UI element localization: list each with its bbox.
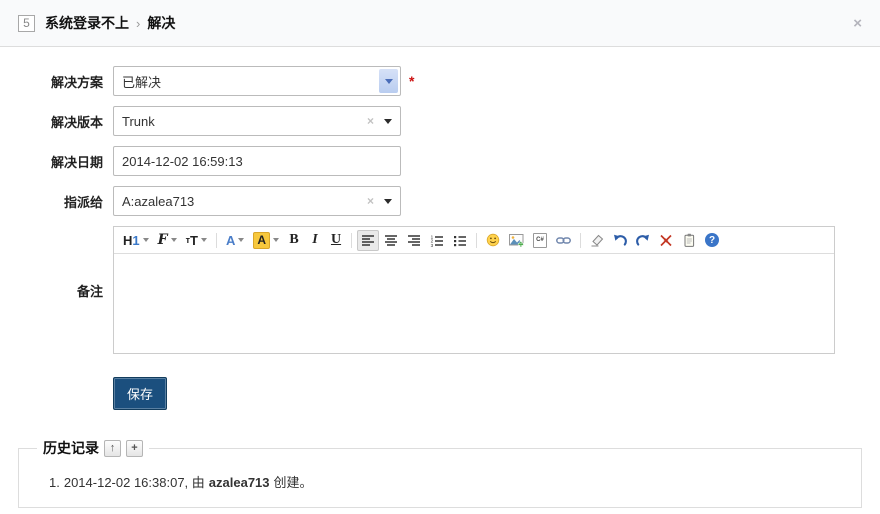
- resolved-date-row: 解决日期: [18, 146, 880, 176]
- help-button[interactable]: ?: [701, 230, 723, 251]
- ordered-list-button[interactable]: 123: [426, 230, 448, 251]
- toolbar-separator: [351, 232, 353, 248]
- align-left-icon: [362, 234, 375, 246]
- chevron-down-icon: [142, 238, 149, 242]
- history-entry-index: 1.: [49, 475, 60, 490]
- ordered-list-icon: 123: [431, 234, 444, 247]
- toolbar-separator: [476, 232, 478, 248]
- italic-button[interactable]: I: [305, 230, 325, 251]
- fullscreen-button[interactable]: [655, 230, 677, 251]
- redo-button[interactable]: [632, 230, 654, 251]
- chevron-down-icon: [238, 238, 245, 242]
- bold-button[interactable]: B: [284, 230, 304, 251]
- assigned-to-label: 指派给: [63, 194, 103, 210]
- save-button[interactable]: 保存: [113, 377, 168, 410]
- breadcrumb-separator: ›: [136, 15, 141, 31]
- align-center-icon: [385, 234, 398, 246]
- undo-button[interactable]: [609, 230, 631, 251]
- help-icon: ?: [705, 233, 720, 247]
- select-dropdown-icon[interactable]: [379, 69, 398, 93]
- chevron-down-icon: [170, 238, 177, 242]
- insert-code-button[interactable]: C#: [529, 230, 551, 251]
- comment-editor-body[interactable]: [114, 254, 834, 353]
- chevron-down-icon[interactable]: [384, 118, 392, 124]
- redo-arrow-icon: [636, 234, 650, 246]
- emoticon-button[interactable]: [482, 230, 504, 251]
- clear-icon[interactable]: ×: [367, 195, 374, 207]
- heading-button[interactable]: H1: [119, 230, 153, 251]
- smiley-icon: [486, 233, 500, 247]
- toolbar-separator: [580, 232, 582, 248]
- undo-arrow-icon: [614, 234, 627, 246]
- resolved-date-input[interactable]: [113, 146, 401, 176]
- resolution-row: 解决方案 已解决 *: [18, 66, 880, 96]
- comment-label: 备注: [76, 283, 103, 299]
- collapse-history-button[interactable]: ↑: [104, 439, 121, 457]
- clipboard-icon: [684, 233, 695, 247]
- fullscreen-arrows-icon: [660, 234, 672, 246]
- history-legend: 历史记录 ↑ +: [37, 438, 149, 458]
- chevron-down-icon: [200, 238, 207, 242]
- chevron-down-icon[interactable]: [384, 198, 392, 204]
- chevron-down-icon: [273, 238, 280, 242]
- resolution-value: 已解决: [122, 74, 162, 90]
- page-action-title: 解决: [147, 15, 176, 31]
- dialog-titlebar: 5 系统登录不上 › 解决 ×: [0, 0, 880, 47]
- required-mark: *: [409, 73, 415, 89]
- assigned-to-row: 指派给 A:azalea713 ×: [18, 186, 880, 216]
- unordered-list-icon: [454, 235, 467, 246]
- align-left-button[interactable]: [357, 229, 380, 251]
- assigned-to-value: A:azalea713: [122, 193, 195, 209]
- code-document-icon: C#: [533, 232, 548, 248]
- link-chain-icon: [556, 236, 571, 244]
- history-entry-suffix: 创建。: [273, 475, 313, 490]
- resolution-select[interactable]: 已解决: [113, 66, 401, 96]
- text-color-button[interactable]: A: [222, 230, 248, 251]
- resolved-build-combo[interactable]: Trunk ×: [113, 106, 401, 136]
- history-entry-time: 2014-12-02 16:38:07, 由: [63, 475, 205, 490]
- insert-link-button[interactable]: [552, 230, 575, 251]
- rich-text-editor: H1 F тT A A B I U 1 2 3 C# ?: [113, 226, 835, 354]
- clear-icon[interactable]: ×: [367, 115, 374, 127]
- align-right-button[interactable]: [403, 230, 425, 251]
- bug-title: 系统登录不上: [45, 15, 129, 31]
- comment-row: 备注 H1 F тT A A B I U 1 2 3 C# ?: [18, 226, 880, 354]
- paste-button[interactable]: [678, 230, 700, 251]
- assigned-to-combo[interactable]: A:azalea713 ×: [113, 186, 401, 216]
- resolved-build-value: Trunk: [122, 113, 155, 129]
- image-icon: [509, 233, 524, 247]
- resolved-build-label: 解决版本: [50, 114, 103, 130]
- svg-text:3: 3: [431, 242, 434, 246]
- arrow-up-icon: ↑: [109, 442, 116, 454]
- resolve-bug-form: 解决方案 已解决 * 解决版本 Trunk × 解决日期 指派给 A:azale…: [0, 47, 880, 410]
- toolbar-separator: [215, 232, 217, 248]
- history-entry: 1. 2014-12-02 16:38:07, 由 azalea713 创建。: [35, 472, 845, 491]
- add-comment-button[interactable]: +: [126, 439, 143, 457]
- eraser-icon: [591, 234, 604, 247]
- history-section: 历史记录 ↑ + 1. 2014-12-02 16:38:07, 由 azalea7…: [18, 438, 862, 508]
- close-icon[interactable]: ×: [853, 16, 862, 31]
- remove-format-button[interactable]: [586, 230, 608, 251]
- highlight-color-button[interactable]: A: [249, 230, 283, 251]
- font-family-button[interactable]: F: [154, 230, 181, 251]
- align-center-button[interactable]: [380, 230, 402, 251]
- insert-image-button[interactable]: [505, 230, 528, 251]
- history-title: 历史记录: [43, 440, 99, 456]
- resolved-build-row: 解决版本 Trunk ×: [18, 106, 880, 136]
- resolution-label: 解决方案: [50, 74, 103, 90]
- unordered-list-button[interactable]: [449, 230, 471, 251]
- editor-toolbar: H1 F тT A A B I U 1 2 3 C# ?: [114, 227, 834, 254]
- resolved-date-label: 解决日期: [50, 154, 103, 170]
- align-right-icon: [408, 234, 421, 246]
- underline-button[interactable]: U: [326, 230, 346, 251]
- font-size-button[interactable]: тT: [182, 230, 211, 251]
- history-entry-user: azalea713: [208, 475, 270, 490]
- bug-id-badge: 5: [18, 14, 35, 32]
- plus-icon: +: [131, 442, 138, 454]
